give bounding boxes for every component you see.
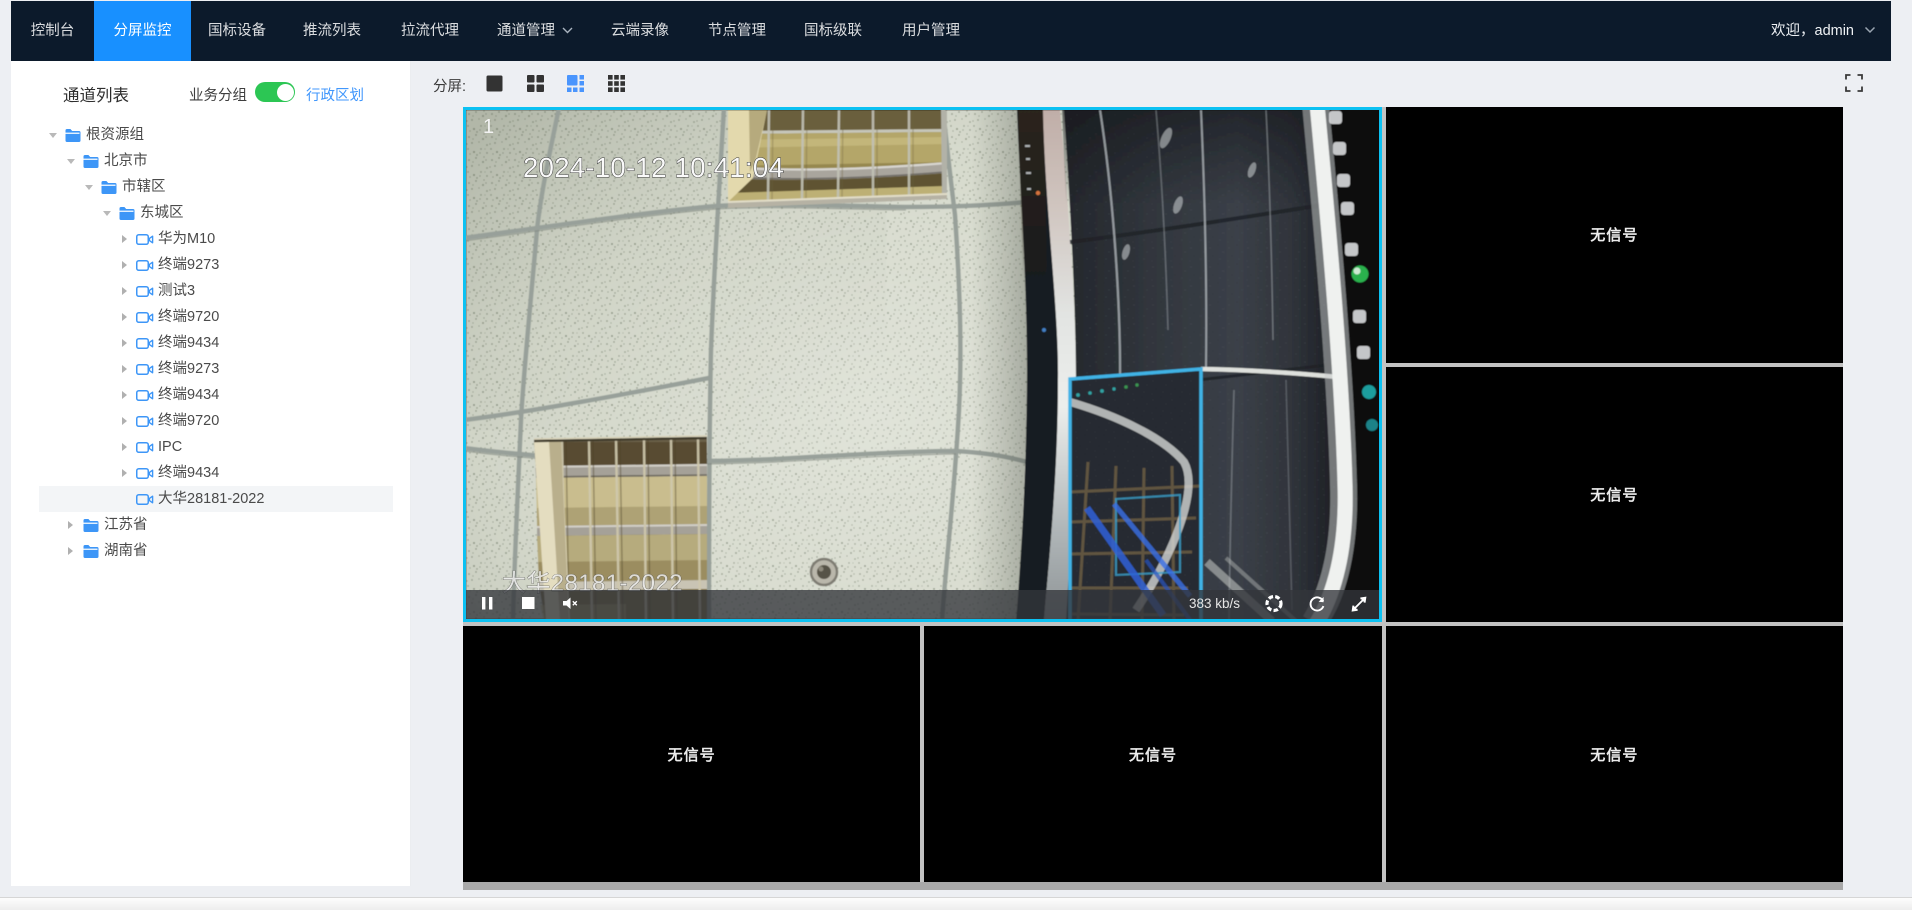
svg-text:2024-10-12 10:41:04: 2024-10-12 10:41:04 [523, 152, 784, 183]
svg-text:383 kb/s: 383 kb/s [1189, 596, 1240, 611]
svg-text:1: 1 [483, 116, 494, 138]
